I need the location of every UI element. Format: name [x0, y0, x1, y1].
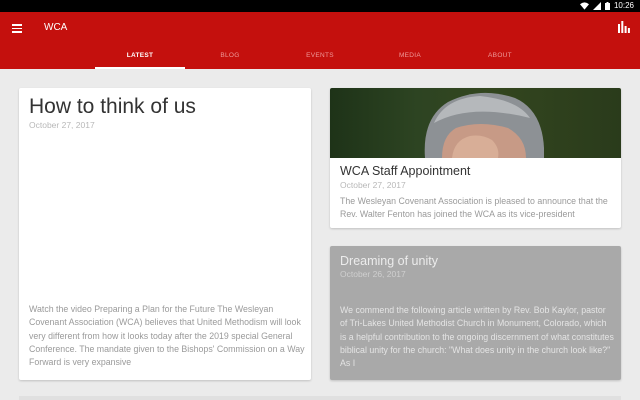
tab-latest[interactable]: LATEST [95, 49, 185, 69]
status-icons: 10:26 [579, 1, 634, 11]
app-bar: WCA LATEST BLOG EVENTS MEDIA ABOUT [0, 12, 640, 69]
article-date: October 27, 2017 [340, 180, 406, 190]
status-time: 10:26 [613, 1, 634, 10]
status-bar: 10:26 [0, 0, 640, 12]
article-title: How to think of us [29, 95, 196, 118]
article-photo [330, 88, 621, 158]
signal-icon [592, 2, 601, 10]
article-date: October 27, 2017 [29, 120, 95, 130]
article-excerpt: The Wesleyan Covenant Association is ple… [340, 196, 608, 220]
tab-about[interactable]: ABOUT [455, 49, 545, 69]
article-date: October 26, 2017 [340, 269, 406, 279]
tab-blog[interactable]: BLOG [185, 49, 275, 69]
bar-chart-icon[interactable] [618, 21, 630, 33]
tab-bar: LATEST BLOG EVENTS MEDIA ABOUT [95, 49, 545, 69]
battery-icon [604, 2, 610, 10]
menu-icon[interactable] [12, 22, 26, 34]
next-card-edge [19, 396, 621, 400]
article-card-unity[interactable]: Dreaming of unity October 26, 2017 We co… [330, 246, 621, 380]
article-card-staff[interactable]: WCA Staff Appointment October 27, 2017 T… [330, 88, 621, 228]
article-excerpt: We commend the following article written… [340, 305, 614, 369]
article-card-main[interactable]: How to think of us October 27, 2017 Watc… [19, 88, 311, 380]
article-title: WCA Staff Appointment [340, 164, 471, 178]
tab-events[interactable]: EVENTS [275, 49, 365, 69]
portrait-photo [424, 92, 544, 158]
article-title: Dreaming of unity [340, 254, 438, 268]
tab-media[interactable]: MEDIA [365, 49, 455, 69]
wifi-icon [579, 2, 589, 10]
app-title: WCA [44, 22, 68, 33]
article-excerpt: Watch the video Preparing a Plan for the… [29, 304, 305, 368]
